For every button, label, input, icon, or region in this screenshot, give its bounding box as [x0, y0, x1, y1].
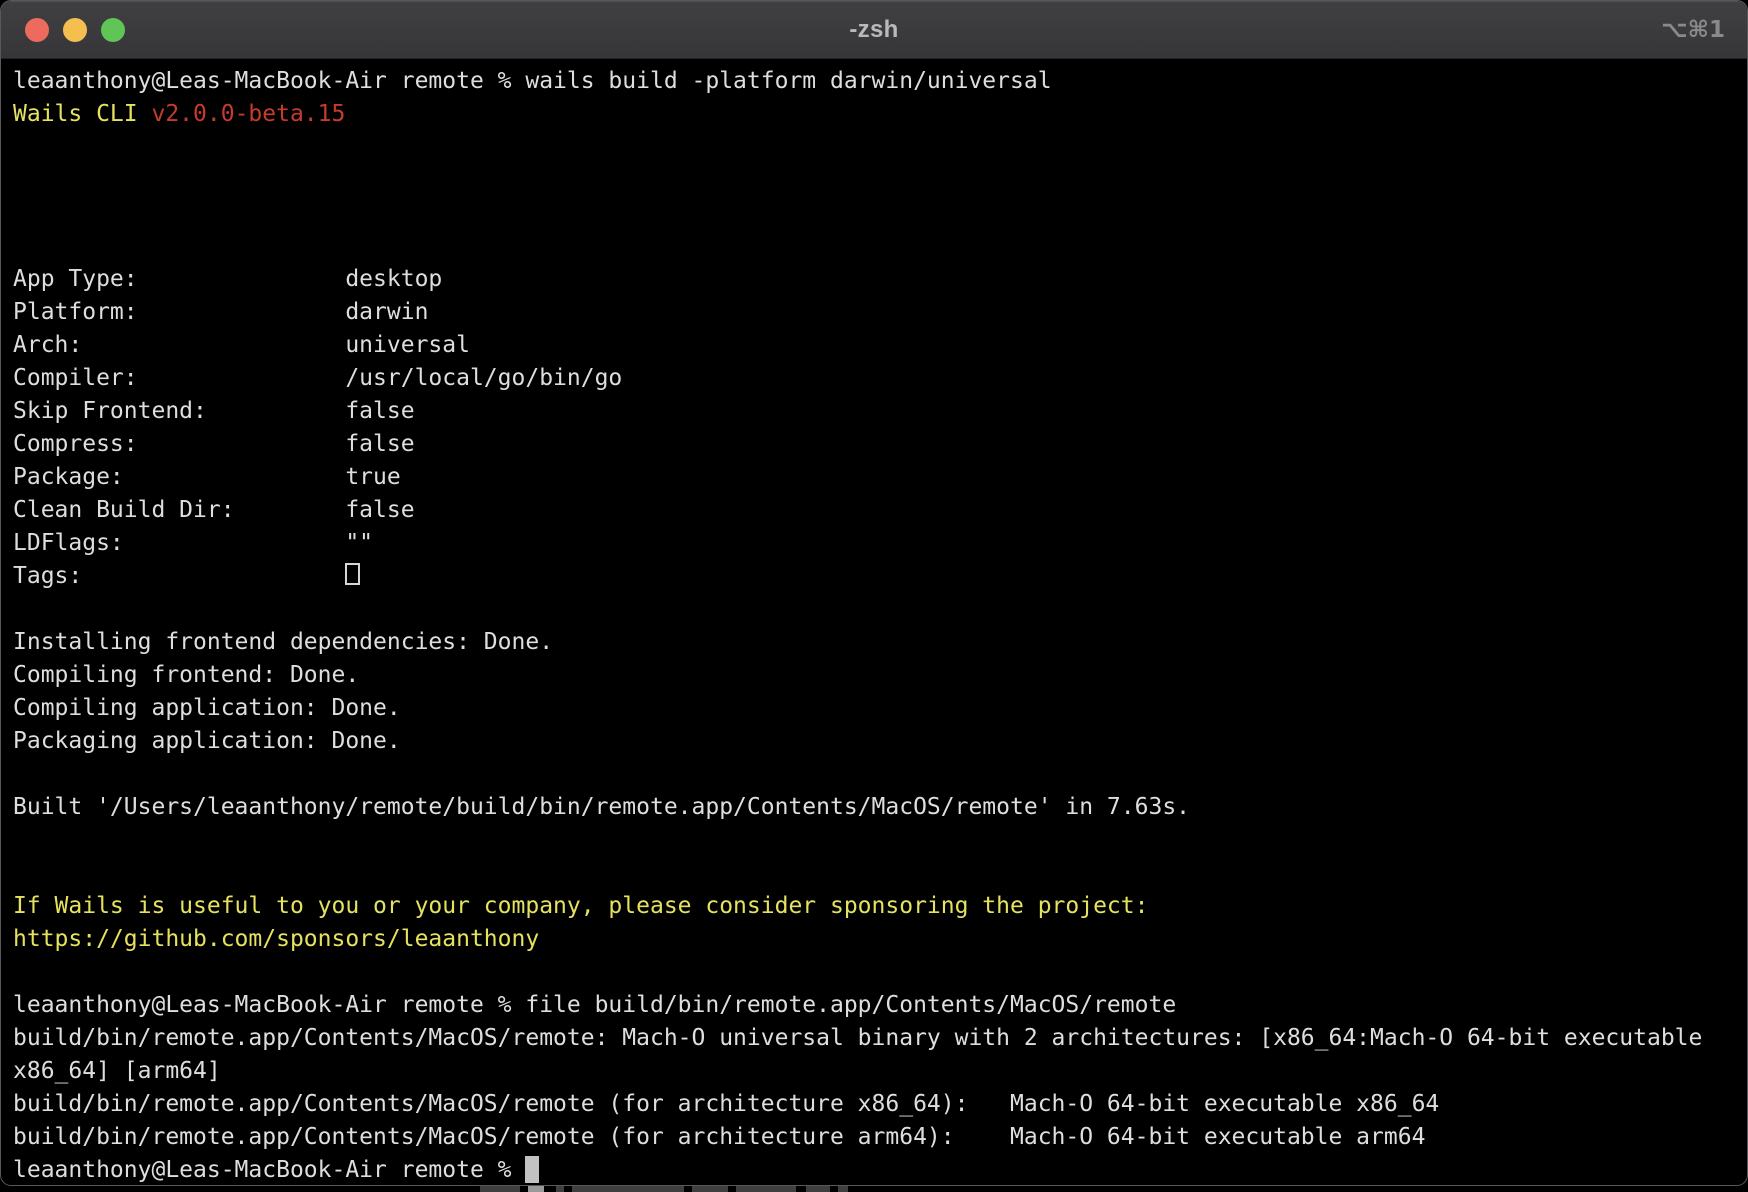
background-window-sliver — [0, 1186, 1748, 1192]
terminal-line: Packaging application: Done. — [13, 725, 1743, 758]
terminal-line: Compress:false — [13, 428, 1743, 461]
terminal-line: Compiling application: Done. — [13, 692, 1743, 725]
terminal-line: Wails CLI v2.0.0-beta.15 — [13, 98, 1743, 131]
terminal-line: leaanthony@Leas-MacBook-Air remote % wai… — [13, 65, 1743, 98]
terminal-line: Clean Build Dir:false — [13, 494, 1743, 527]
terminal-screen[interactable]: leaanthony@Leas-MacBook-Air remote % wai… — [1, 59, 1747, 1186]
terminal-line: Compiling frontend: Done. — [13, 659, 1743, 692]
terminal-line: LDFlags:"" — [13, 527, 1743, 560]
title-bar[interactable]: -zsh ⌥⌘1 — [1, 1, 1747, 59]
terminal-line — [13, 230, 1743, 263]
terminal-line — [13, 197, 1743, 230]
terminal-line — [13, 857, 1743, 890]
terminal-line: Compiler:/usr/local/go/bin/go — [13, 362, 1743, 395]
terminal-line: leaanthony@Leas-MacBook-Air remote % — [13, 1154, 1743, 1186]
terminal-line — [13, 131, 1743, 164]
terminal-line: x86_64] [arm64] — [13, 1055, 1743, 1088]
keyboard-shortcut-badge: ⌥⌘1 — [1661, 1, 1725, 58]
terminal-line: build/bin/remote.app/Contents/MacOS/remo… — [13, 1088, 1743, 1121]
terminal-line: Tags: — [13, 560, 1743, 593]
text-cursor — [525, 1156, 539, 1183]
terminal-line: Arch:universal — [13, 329, 1743, 362]
terminal-line: Skip Frontend:false — [13, 395, 1743, 428]
traffic-lights — [25, 1, 125, 58]
minimize-button[interactable] — [63, 18, 87, 42]
terminal-line — [13, 164, 1743, 197]
terminal-window: -zsh ⌥⌘1 leaanthony@Leas-MacBook-Air rem… — [0, 0, 1748, 1186]
terminal-line: build/bin/remote.app/Contents/MacOS/remo… — [13, 1121, 1743, 1154]
zoom-button[interactable] — [101, 18, 125, 42]
terminal-line: build/bin/remote.app/Contents/MacOS/remo… — [13, 1022, 1743, 1055]
terminal-line — [13, 824, 1743, 857]
empty-array-glyph — [345, 563, 360, 585]
terminal-line — [13, 758, 1743, 791]
terminal-line: Package:true — [13, 461, 1743, 494]
window-title: -zsh — [849, 16, 898, 44]
terminal-line — [13, 593, 1743, 626]
terminal-line: https://github.com/sponsors/leaanthony — [13, 923, 1743, 956]
terminal-line: App Type:desktop — [13, 263, 1743, 296]
terminal-line: Built '/Users/leaanthony/remote/build/bi… — [13, 791, 1743, 824]
terminal-line: leaanthony@Leas-MacBook-Air remote % fil… — [13, 989, 1743, 1022]
terminal-line: If Wails is useful to you or your compan… — [13, 890, 1743, 923]
terminal-line — [13, 956, 1743, 989]
terminal-line: Installing frontend dependencies: Done. — [13, 626, 1743, 659]
close-button[interactable] — [25, 18, 49, 42]
terminal-line: Platform:darwin — [13, 296, 1743, 329]
